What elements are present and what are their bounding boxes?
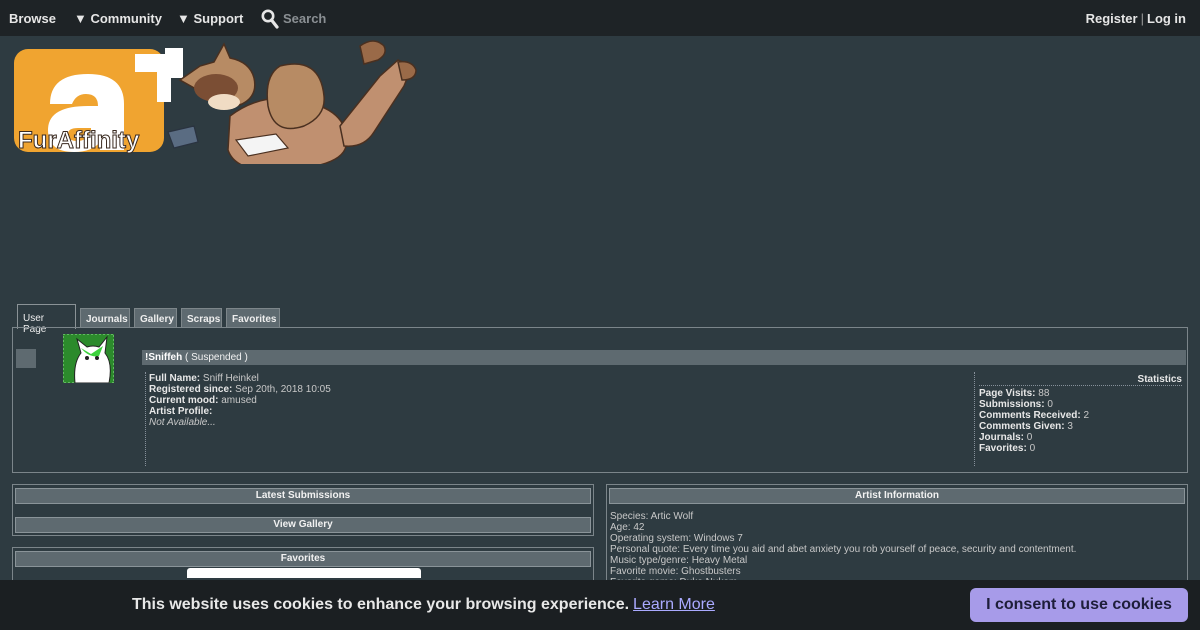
registered-row: Registered since: Sep 20th, 2018 10:05 — [149, 384, 331, 395]
mood-value: amused — [221, 395, 257, 406]
registered-value: Sep 20th, 2018 10:05 — [235, 384, 331, 395]
tab-gallery[interactable]: Gallery — [134, 308, 177, 328]
stat-journals: Journals: 0 — [979, 432, 1033, 443]
search-icon[interactable] — [261, 9, 279, 29]
top-nav: Browse ▼ Community ▼ Support Search Regi… — [0, 0, 1200, 36]
statistics-title: Statistics — [1137, 374, 1182, 385]
account-status: ( Suspended ) — [185, 352, 248, 363]
artist-info-species: Species: Artic Wolf — [610, 511, 694, 522]
profile-info: Full Name: Sniff Heinkel Registered sinc… — [145, 372, 975, 466]
learn-more-link[interactable]: Learn More — [633, 596, 715, 613]
latest-submissions-header: Latest Submissions — [15, 488, 591, 504]
favorites-header: Favorites — [15, 551, 591, 567]
artist-info-quote: Personal quote: Every time you aid and a… — [610, 544, 1077, 555]
auth-links: Register | Log in — [1086, 11, 1186, 26]
nav-browse[interactable]: Browse — [9, 11, 56, 26]
auth-separator: | — [1140, 11, 1144, 26]
artist-information-header: Artist Information — [609, 488, 1185, 504]
latest-submissions-box: Latest Submissions View Gallery — [12, 484, 594, 536]
cookie-message: This website uses cookies to enhance you… — [132, 596, 715, 614]
artist-info-os: Operating system: Windows 7 — [610, 533, 743, 544]
stat-comments-received: Comments Received: 2 — [979, 410, 1090, 421]
artist-info-movie: Favorite movie: Ghostbusters — [610, 566, 741, 577]
artist-profile-label: Artist Profile: — [149, 406, 213, 417]
full-name-value: Sniff Heinkel — [202, 373, 259, 384]
favorite-thumbnail[interactable] — [187, 568, 421, 578]
username-bar: !Sniffeh ( Suspended ) — [142, 350, 1186, 365]
view-gallery-link[interactable]: View Gallery — [15, 517, 591, 533]
register-link[interactable]: Register — [1086, 11, 1138, 26]
search-input[interactable]: Search — [283, 11, 326, 26]
tab-user-page[interactable]: User Page — [17, 304, 76, 335]
stat-page-visits: Page Visits: 88 — [979, 388, 1050, 399]
stat-favorites: Favorites: 0 — [979, 443, 1036, 454]
stat-submissions: Submissions: 0 — [979, 399, 1053, 410]
user-profile-panel: !Sniffeh ( Suspended ) Full Name: Sniff … — [12, 327, 1188, 473]
full-name-row: Full Name: Sniff Heinkel — [149, 373, 259, 384]
mood-row: Current mood: amused — [149, 395, 257, 406]
tab-journals[interactable]: Journals — [80, 308, 130, 328]
statistics-divider — [979, 385, 1182, 386]
tab-favorites[interactable]: Favorites — [226, 308, 280, 328]
statistics-panel: Statistics Page Visits: 88 Submissions: … — [974, 372, 1182, 466]
login-link[interactable]: Log in — [1147, 11, 1186, 26]
cookie-consent-button[interactable]: I consent to use cookies — [970, 588, 1188, 622]
artist-info-age: Age: 42 — [610, 522, 645, 533]
artist-information-box: Artist Information Species: Artic Wolf A… — [606, 484, 1188, 594]
avatar[interactable] — [63, 334, 114, 383]
site-banner[interactable]: FurAffinity — [10, 36, 430, 164]
logo-text: FurAffinity — [18, 127, 140, 154]
stat-comments-given: Comments Given: 3 — [979, 421, 1073, 432]
user-icon-placeholder — [16, 349, 36, 368]
nav-support[interactable]: ▼ Support — [177, 11, 243, 26]
cookie-banner: This website uses cookies to enhance you… — [0, 580, 1200, 630]
nav-community[interactable]: ▼ Community — [74, 11, 162, 26]
username[interactable]: !Sniffeh — [145, 352, 182, 363]
artist-profile-value: Not Available... — [149, 417, 216, 428]
artist-info-music: Music type/genre: Heavy Metal — [610, 555, 748, 566]
mascot-illustration — [167, 40, 417, 164]
cookie-text: This website uses cookies to enhance you… — [132, 596, 630, 613]
tab-scraps[interactable]: Scraps — [181, 308, 222, 328]
